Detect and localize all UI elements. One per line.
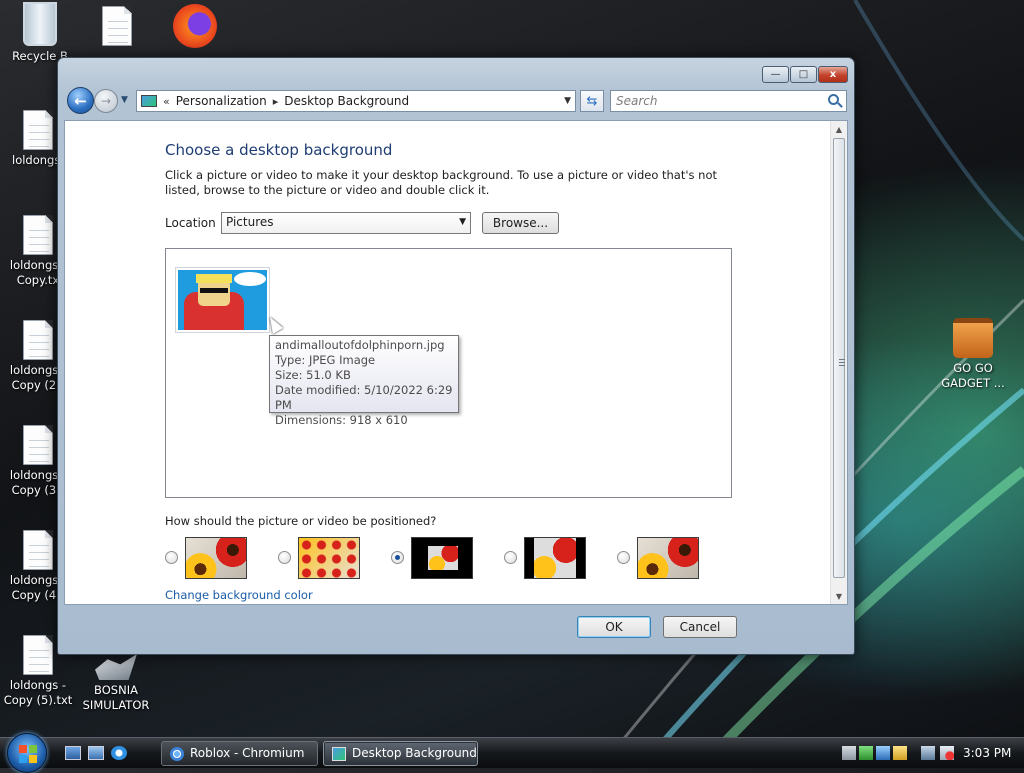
breadcrumb-personalization[interactable]: Personalization — [176, 94, 267, 108]
task-label: Desktop Background — [352, 746, 477, 760]
stretch-preview-image[interactable] — [637, 537, 699, 579]
tooltip-filename: andimalloutofdolphinporn.jpg — [275, 338, 445, 352]
task-roblox-chromium[interactable]: Roblox - Chromium — [161, 741, 318, 766]
desktop-icon-firefox[interactable] — [157, 4, 233, 51]
tooltip-size: Size: 51.0 KB — [275, 368, 351, 382]
minimize-button[interactable]: — — [762, 66, 789, 83]
scroll-up-icon[interactable]: ▲ — [831, 121, 847, 137]
location-value: Pictures — [226, 215, 274, 229]
monitor-icon — [332, 747, 346, 761]
address-bar[interactable]: « Personalization ▸ Desktop Background ▼ — [136, 90, 576, 112]
change-background-color-link[interactable]: Change background color — [165, 588, 313, 602]
desktop-icon-label: GO GO GADGET ... — [941, 361, 1005, 390]
page-description: Click a picture or video to make it your… — [165, 168, 718, 197]
search-icon[interactable] — [828, 94, 839, 105]
text-file-icon — [23, 425, 53, 465]
fit-preview-image[interactable] — [524, 537, 586, 579]
tooltip-modified: Date modified: 5/10/2022 6:29 PM — [275, 383, 453, 412]
start-button[interactable] — [7, 733, 47, 773]
position-radio-tile[interactable] — [278, 551, 291, 564]
thumbnail-image — [178, 270, 267, 330]
desktop-icon-go-go-gadget[interactable]: GO GO GADGET ... — [935, 318, 1011, 391]
taskbar-clock[interactable]: 3:03 PM — [963, 746, 1011, 760]
location-label: Location — [165, 216, 216, 230]
position-radio-stretch[interactable] — [617, 551, 630, 564]
refresh-icon: ⇆ — [586, 93, 598, 109]
refresh-button[interactable]: ⇆ — [580, 90, 604, 112]
text-file-icon — [23, 530, 53, 570]
back-button[interactable]: ← — [67, 87, 94, 114]
picture-gallery: andimalloutofdolphinporn.jpg Type: JPEG … — [165, 248, 732, 498]
close-button[interactable]: x — [818, 66, 848, 83]
browse-button[interactable]: Browse... — [482, 212, 559, 234]
desktop-icon-text-file[interactable] — [79, 6, 155, 49]
scroll-down-icon[interactable]: ▼ — [831, 588, 847, 604]
navigation-bar: ← → ▼ « Personalization ▸ Desktop Backgr… — [64, 86, 848, 116]
forward-button[interactable]: → — [94, 89, 118, 113]
game-shortcut-icon — [95, 654, 137, 680]
text-file-icon — [23, 215, 53, 255]
cancel-button[interactable]: Cancel — [663, 616, 737, 638]
volume-muted-icon[interactable] — [940, 746, 954, 760]
tray-update-icon[interactable] — [859, 746, 873, 760]
recycle-bin-icon — [23, 2, 57, 46]
desktop-icon-label: BOSNIA SIMULATOR — [82, 683, 150, 712]
text-file-icon — [23, 635, 53, 675]
switch-windows-icon[interactable] — [88, 746, 104, 760]
desktop-icon-bosnia-simulator[interactable]: BOSNIA SIMULATOR — [78, 654, 154, 713]
taskbar: Roblox - Chromium Desktop Background 3:0… — [0, 733, 1024, 773]
show-desktop-icon[interactable] — [65, 746, 81, 760]
tile-preview-image[interactable] — [298, 537, 360, 579]
tooltip-type: Type: JPEG Image — [275, 353, 376, 367]
breadcrumb-separator-icon[interactable]: ▸ — [273, 95, 279, 108]
tray-app-icon[interactable] — [842, 746, 856, 760]
internet-explorer-icon[interactable] — [111, 746, 127, 760]
desktop-background-window: — □ x ← → ▼ « Personalization ▸ Desktop … — [57, 57, 855, 655]
maximize-button[interactable]: □ — [790, 66, 817, 83]
position-options — [165, 537, 725, 581]
text-file-icon — [102, 6, 132, 46]
search-input[interactable] — [610, 90, 847, 112]
back-arrow-icon: ← — [74, 91, 87, 110]
center-preview-image[interactable] — [411, 537, 473, 579]
fill-preview-image[interactable] — [185, 537, 247, 579]
position-radio-center[interactable] — [391, 551, 404, 564]
network-icon[interactable] — [921, 746, 935, 760]
monitor-icon — [141, 95, 157, 107]
desktop-icon-label: loldongs - Copy (5).txt — [3, 678, 73, 707]
position-question: How should the picture or video be posit… — [165, 514, 437, 528]
task-label: Roblox - Chromium — [190, 746, 305, 760]
position-radio-fill[interactable] — [165, 551, 178, 564]
firefox-icon — [173, 4, 217, 48]
text-file-icon — [23, 320, 53, 360]
desktop-icon-recycle-bin[interactable]: Recycle B — [2, 2, 78, 64]
thumbnail-tooltip: andimalloutofdolphinporn.jpg Type: JPEG … — [269, 335, 459, 427]
location-select[interactable]: Pictures ▼ — [221, 212, 471, 234]
text-file-icon — [23, 110, 53, 150]
position-radio-fit[interactable] — [504, 551, 517, 564]
address-dropdown-icon[interactable]: ▼ — [564, 96, 571, 106]
picture-thumbnail[interactable] — [175, 267, 270, 333]
window-controls: — □ x — [762, 66, 848, 83]
tray-security-icon[interactable] — [893, 746, 907, 760]
recent-pages-dropdown[interactable]: ▼ — [121, 95, 128, 105]
briefcase-icon — [953, 318, 993, 358]
page-title: Choose a desktop background — [165, 141, 393, 159]
breadcrumb-chevron[interactable]: « — [163, 95, 170, 108]
ok-button[interactable]: OK — [577, 616, 651, 638]
scrollbar-thumb[interactable] — [833, 138, 845, 578]
tray-display-icon[interactable] — [876, 746, 890, 760]
task-desktop-background[interactable]: Desktop Background — [323, 741, 478, 766]
tooltip-dimensions: Dimensions: 918 x 610 — [275, 413, 408, 427]
chromium-icon — [170, 747, 184, 761]
content-pane: Choose a desktop background Click a pict… — [64, 120, 848, 605]
forward-arrow-icon: → — [100, 94, 112, 108]
breadcrumb-desktop-background[interactable]: Desktop Background — [284, 94, 409, 108]
vertical-scrollbar[interactable]: ▲ ▼ — [830, 121, 847, 604]
chevron-down-icon: ▼ — [459, 217, 466, 227]
